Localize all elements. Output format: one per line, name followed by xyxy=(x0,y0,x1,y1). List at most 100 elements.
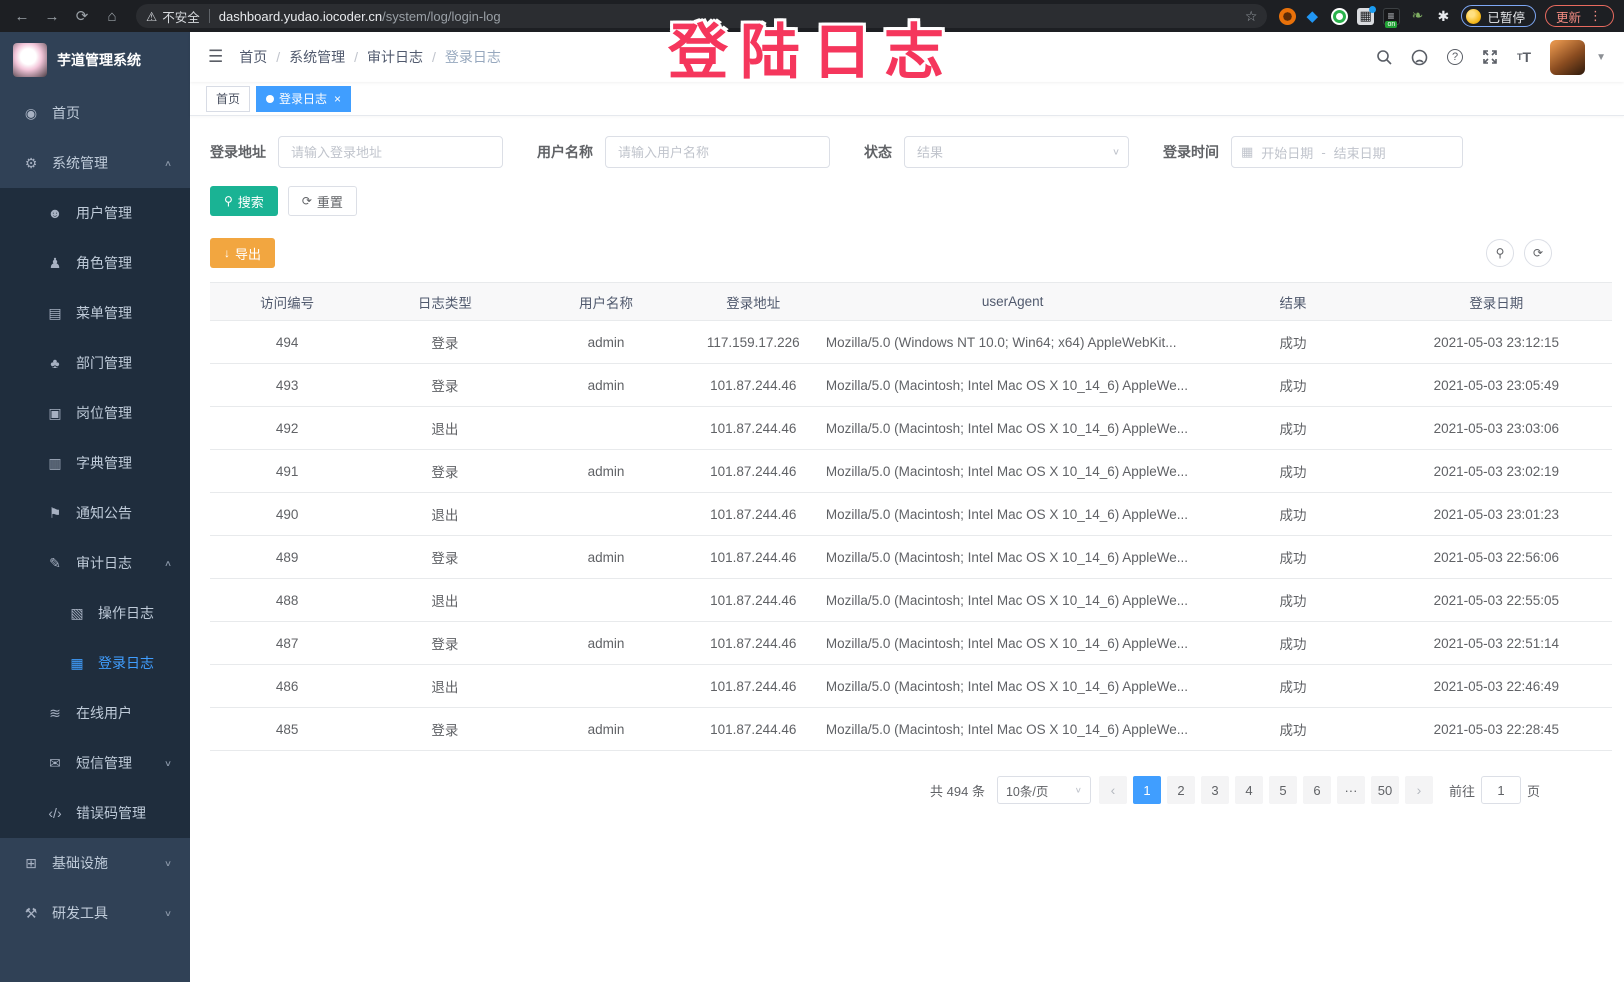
browser-back-icon[interactable]: ← xyxy=(10,4,34,28)
page-button-5[interactable]: 5 xyxy=(1269,776,1297,804)
sidebar-item-11[interactable]: ▦登录日志 xyxy=(0,638,190,688)
extension-leaf-icon[interactable] xyxy=(1409,8,1426,25)
tab-登录日志[interactable]: 登录日志× xyxy=(256,86,351,112)
search-icon[interactable] xyxy=(1376,49,1392,65)
login-address-input[interactable] xyxy=(278,136,503,168)
close-icon[interactable]: × xyxy=(334,92,341,106)
extension-green-icon[interactable] xyxy=(1331,8,1348,25)
pager: ‹123456···50› xyxy=(1099,776,1433,804)
sidebar-item-14[interactable]: ‹/›错误码管理 xyxy=(0,788,190,838)
sidebar-item-0[interactable]: ◉首页 xyxy=(0,88,190,138)
security-warning[interactable]: ⚠ 不安全 xyxy=(146,7,200,26)
font-size-icon[interactable]: TT xyxy=(1517,49,1531,65)
breadcrumb-item[interactable]: 系统管理 xyxy=(289,47,345,67)
cell: 成功 xyxy=(1205,665,1380,708)
sidebar-item-16[interactable]: ⚒研发工具∨ xyxy=(0,888,190,938)
table-tools: ⚲ ⟳ xyxy=(1486,239,1552,267)
sidebar-item-5[interactable]: ♣部门管理 xyxy=(0,338,190,388)
next-page-icon[interactable]: › xyxy=(1405,776,1433,804)
sidebar-item-label: 通知公告 xyxy=(76,503,132,523)
url-text: dashboard.yudao.iocoder.cn/system/log/lo… xyxy=(219,9,501,24)
gear-icon: ⚙ xyxy=(20,155,42,172)
page-button-1[interactable]: 1 xyxy=(1133,776,1161,804)
extension-grid-icon[interactable] xyxy=(1357,8,1374,25)
avatar-caret-down-icon[interactable]: ▼ xyxy=(1596,52,1606,63)
export-button[interactable]: ↓ 导出 xyxy=(210,238,275,268)
breadcrumb-item[interactable]: 首页 xyxy=(239,47,267,67)
breadcrumb-separator: / xyxy=(432,49,436,65)
chevron-down-icon: ∨ xyxy=(164,758,172,768)
page-button-2[interactable]: 2 xyxy=(1167,776,1195,804)
sidebar-item-6[interactable]: ▣岗位管理 xyxy=(0,388,190,438)
dict-book-icon: ▥ xyxy=(44,455,66,472)
divider xyxy=(209,9,210,23)
browser-reload-icon[interactable]: ⟳ xyxy=(70,4,94,28)
prev-page-icon[interactable]: ‹ xyxy=(1099,776,1127,804)
browser-menu-icon[interactable]: ⋮ xyxy=(1589,8,1603,24)
filter-form: 登录地址 用户名称 状态 ∨ 登录时间 ▦ xyxy=(210,136,1612,168)
reset-button[interactable]: ⟳ 重置 xyxy=(288,186,357,216)
cell: 退出 xyxy=(364,665,525,708)
sidebar-item-10[interactable]: ▧操作日志 xyxy=(0,588,190,638)
goto-suffix: 页 xyxy=(1527,781,1540,800)
github-icon[interactable] xyxy=(1411,49,1428,66)
toggle-search-icon[interactable]: ⚲ xyxy=(1486,239,1514,267)
sidebar-item-12[interactable]: ≋在线用户 xyxy=(0,688,190,738)
tab-首页[interactable]: 首页 xyxy=(206,86,250,112)
tag-dot xyxy=(266,95,274,103)
status-select[interactable] xyxy=(904,136,1129,168)
sidebar-item-4[interactable]: ▤菜单管理 xyxy=(0,288,190,338)
date-range-picker[interactable]: ▦ 开始日期 - 结束日期 xyxy=(1231,136,1463,168)
sidebar-item-9[interactable]: ✎审计日志∧ xyxy=(0,538,190,588)
extension-gem-icon[interactable] xyxy=(1305,8,1322,25)
table-row: 488退出101.87.244.46Mozilla/5.0 (Macintosh… xyxy=(210,579,1612,622)
sidebar-item-3[interactable]: ♟角色管理 xyxy=(0,238,190,288)
app-title: 芋道管理系统 xyxy=(57,50,141,70)
cell: 117.159.17.226 xyxy=(687,321,820,364)
goto-page-input[interactable] xyxy=(1481,776,1521,804)
user-avatar[interactable] xyxy=(1550,40,1585,75)
hamburger-icon[interactable]: ☰ xyxy=(208,47,223,67)
extensions-pinwheel-icon[interactable] xyxy=(1435,8,1452,25)
cell: Mozilla/5.0 (Macintosh; Intel Mac OS X 1… xyxy=(820,665,1206,708)
user-icon: ☻ xyxy=(44,205,66,221)
sidebar-item-1[interactable]: ⚙系统管理∧ xyxy=(0,138,190,188)
address-bar[interactable]: ⚠ 不安全 dashboard.yudao.iocoder.cn/system/… xyxy=(136,4,1267,28)
sidebar-item-13[interactable]: ✉短信管理∨ xyxy=(0,738,190,788)
cell: 登录 xyxy=(364,364,525,407)
page-button-3[interactable]: 3 xyxy=(1201,776,1229,804)
fullscreen-icon[interactable] xyxy=(1482,49,1498,65)
search-button[interactable]: ⚲ 搜索 xyxy=(210,186,278,216)
app-logo-row[interactable]: 芋道管理系统 xyxy=(0,32,190,88)
column-header: 访问编号 xyxy=(210,283,364,321)
dept-tree-icon: ♣ xyxy=(44,355,66,371)
page-button-50[interactable]: 50 xyxy=(1371,776,1399,804)
sidebar-item-2[interactable]: ☻用户管理 xyxy=(0,188,190,238)
cell: admin xyxy=(525,364,686,407)
sidebar-item-7[interactable]: ▥字典管理 xyxy=(0,438,190,488)
sidebar-item-15[interactable]: ⊞基础设施∨ xyxy=(0,838,190,888)
cell xyxy=(525,665,686,708)
emoji-avatar xyxy=(1466,9,1481,24)
reset-refresh-icon: ⟳ xyxy=(302,194,312,208)
browser-home-icon[interactable]: ⌂ xyxy=(100,4,124,28)
sidebar: 芋道管理系统 ◉首页⚙系统管理∧☻用户管理♟角色管理▤菜单管理♣部门管理▣岗位管… xyxy=(0,32,190,982)
help-icon[interactable]: ? xyxy=(1447,49,1463,65)
cell: Mozilla/5.0 (Macintosh; Intel Mac OS X 1… xyxy=(820,579,1206,622)
browser-update-button[interactable]: 更新 ⋮ xyxy=(1545,5,1614,27)
extension-orange-icon[interactable] xyxy=(1279,8,1296,25)
refresh-table-icon[interactable]: ⟳ xyxy=(1524,239,1552,267)
sidebar-item-8[interactable]: ⚑通知公告 xyxy=(0,488,190,538)
page-size-select[interactable]: 10条/页 ∨ xyxy=(997,776,1091,804)
cell: admin xyxy=(525,622,686,665)
username-input[interactable] xyxy=(605,136,830,168)
page-button-6[interactable]: 6 xyxy=(1303,776,1331,804)
paused-label: 已暂停 xyxy=(1487,7,1525,26)
profile-paused-badge[interactable]: 已暂停 xyxy=(1461,5,1536,27)
page-button-4[interactable]: 4 xyxy=(1235,776,1263,804)
browser-forward-icon[interactable]: → xyxy=(40,4,64,28)
breadcrumb-item[interactable]: 审计日志 xyxy=(367,47,423,67)
table-row: 489登录admin101.87.244.46Mozilla/5.0 (Maci… xyxy=(210,536,1612,579)
bookmark-star-icon[interactable]: ☆ xyxy=(1245,8,1258,25)
extension-list-on-icon[interactable] xyxy=(1383,8,1400,25)
